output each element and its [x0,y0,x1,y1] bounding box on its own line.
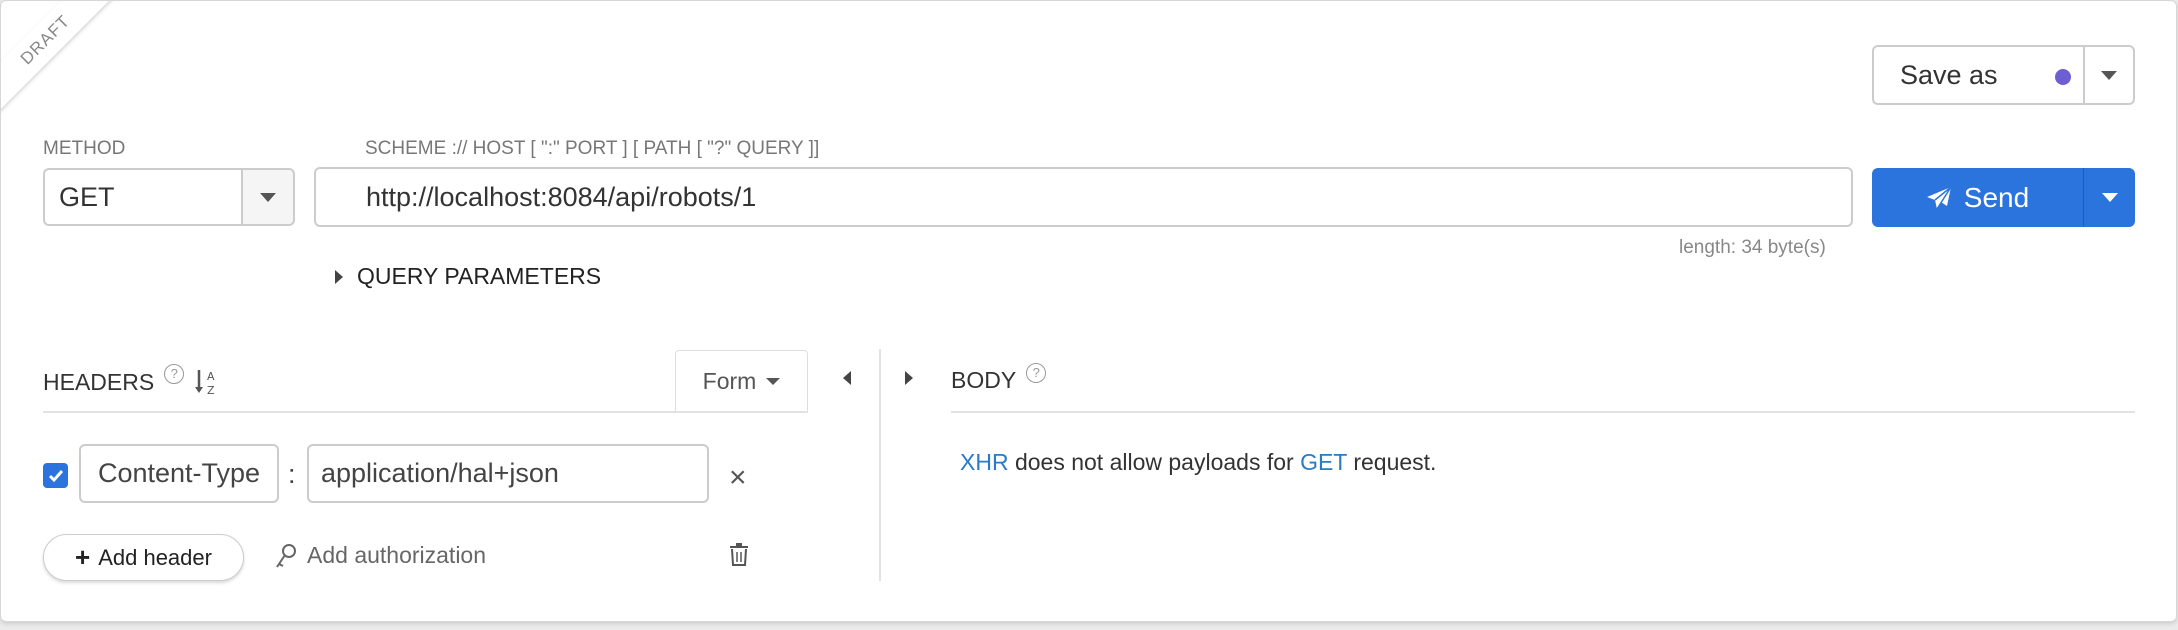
header-enabled-checkbox[interactable] [43,463,68,488]
method-label: METHOD [43,138,126,159]
collapse-right-button[interactable] [905,371,913,385]
send-label: Send [1963,181,2030,213]
xhr-link[interactable]: XHR [960,449,1009,475]
save-options-button[interactable] [2083,45,2135,105]
header-separator: : [288,459,296,489]
body-message: XHR does not allow payloads for GET requ… [960,449,1436,476]
save-as-group: Save as [1872,45,2135,105]
send-group: Send [1872,168,2135,227]
svg-text:Z: Z [207,384,215,397]
body-divider [951,411,2135,413]
send-options-button[interactable] [2083,168,2135,227]
body-message-end: request. [1346,449,1437,475]
trash-icon [730,543,748,566]
method-value[interactable]: GET [43,168,241,226]
chevron-right-icon [335,269,343,284]
header-value-input[interactable]: application/hal+json [307,444,709,503]
save-as-button[interactable]: Save as [1872,45,2083,105]
sort-alpha-icon[interactable]: A Z [194,367,220,397]
query-parameters-toggle[interactable]: QUERY PARAMETERS [335,263,601,290]
url-label: SCHEME :// HOST [ ":" PORT ] [ PATH [ "?… [365,138,820,159]
chevron-right-icon [905,371,913,385]
body-title: BODY [951,367,1017,393]
key-icon [276,543,296,568]
chevron-down-icon [766,378,781,385]
add-header-button[interactable]: + Add header [43,534,244,581]
draft-label: DRAFT [1,1,130,124]
query-parameters-label: QUERY PARAMETERS [357,263,602,289]
chevron-down-icon [2101,193,2118,202]
plus-icon: + [75,542,91,572]
help-icon[interactable]: ? [164,364,185,384]
save-as-label: Save as [1900,59,1998,90]
headers-divider [43,411,808,413]
body-message-text: does not allow payloads for [1008,449,1301,475]
method-dropdown-button[interactable] [241,168,295,226]
request-editor-card: DRAFT Save as METHOD GET SCHEME :// HOST… [0,0,2177,622]
add-authorization-label: Add authorization [307,542,487,568]
chevron-down-icon [260,192,276,202]
panel-divider[interactable] [879,349,881,581]
get-method-link[interactable]: GET [1300,449,1347,475]
add-header-label: Add header [98,544,212,570]
url-input[interactable]: http://localhost:8084/api/robots/1 [314,167,1853,227]
body-title-row: BODY ? [951,362,1047,394]
url-length: length: 34 byte(s) [1679,237,1826,258]
remove-header-button[interactable]: × [729,461,747,495]
headers-mode-label: Form [702,368,757,394]
add-authorization-button[interactable]: Add authorization [275,542,486,569]
svg-text:A: A [207,370,215,383]
chevron-left-icon [843,371,851,385]
method-select[interactable]: GET [43,168,295,226]
checkmark-icon [48,469,63,482]
header-name-input[interactable]: Content-Type [79,444,279,503]
send-button[interactable]: Send [1872,168,2083,227]
help-icon[interactable]: ? [1026,362,1047,383]
collapse-left-button[interactable] [843,371,851,385]
headers-title: HEADERS [43,368,155,395]
headers-title-row: HEADERS ? A Z [43,364,220,397]
headers-mode-dropdown[interactable]: Form [675,350,808,412]
close-icon: × [729,461,747,494]
unsaved-dot-icon [2055,69,2071,85]
delete-all-headers-button[interactable] [729,543,749,572]
draft-ribbon: DRAFT [1,1,151,151]
paper-plane-icon [1926,185,1952,209]
chevron-down-icon [2101,70,2117,80]
